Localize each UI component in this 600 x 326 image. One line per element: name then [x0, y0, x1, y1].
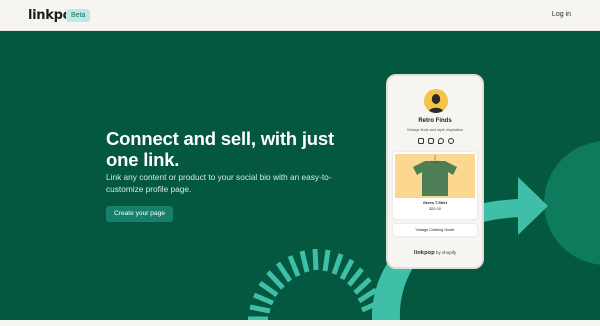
decorative-dashed-arc [248, 248, 382, 320]
hero-section: Connect and sell, with just one link. Li… [0, 31, 600, 320]
instagram-icon[interactable] [428, 138, 434, 144]
shop-tagline: Vintage finds and style inspiration [406, 128, 464, 132]
login-link[interactable]: Log in [552, 11, 571, 18]
phone-footer-brand: linkpop by shopify [388, 250, 482, 256]
pinterest-icon[interactable] [448, 138, 454, 144]
hero-headline: Connect and sell, with just one link. [106, 128, 334, 170]
decorative-circle [544, 141, 600, 265]
product-image [395, 154, 475, 198]
product-card[interactable]: Green T-Shirt $25.00 [393, 152, 477, 219]
facebook-icon[interactable] [418, 138, 424, 144]
decorative-arrow-head [518, 177, 548, 235]
beta-badge: Beta [66, 9, 91, 22]
social-icons [416, 138, 456, 145]
product-price: $25.00 [429, 207, 441, 211]
hero-subtext: Link any content or product to your soci… [106, 172, 332, 194]
twitter-icon[interactable] [438, 138, 444, 144]
phone-footer-logo: linkpop [413, 250, 435, 256]
page-bottom-strip [0, 320, 600, 326]
person-icon [428, 94, 444, 113]
phone-preview: Retro Finds Vintage finds and style insp… [386, 74, 484, 269]
phone-footer-suffix: by shopify [435, 250, 457, 255]
product-name: Green T-Shirt [422, 201, 448, 205]
top-navigation-bar: linkpop Beta Log in [0, 0, 600, 31]
vintage-guide-link[interactable]: Vintage Clothing Guide [393, 224, 477, 236]
create-page-button[interactable]: Create your page [106, 206, 173, 222]
profile-avatar [424, 89, 448, 113]
shop-name: Retro Finds [418, 118, 452, 124]
tshirt-icon [413, 155, 457, 196]
